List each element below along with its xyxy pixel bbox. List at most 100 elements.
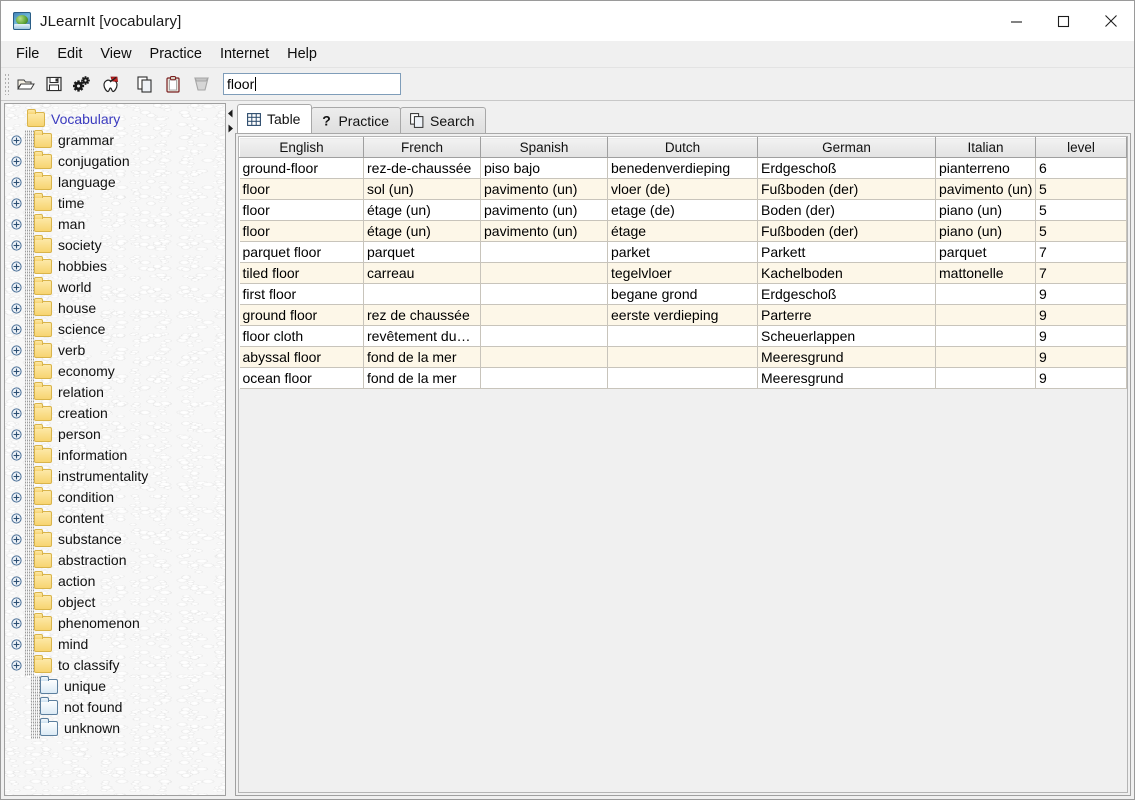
table-row[interactable]: ocean floor fond de la mer Meeresgrund 9 xyxy=(239,367,1127,389)
table-cell-italian[interactable] xyxy=(935,367,1036,389)
tab-table[interactable]: Table xyxy=(237,104,313,133)
expand-handle-icon[interactable] xyxy=(9,259,24,274)
panel-splitter[interactable] xyxy=(226,103,235,796)
column-header-spanish[interactable]: Spanish xyxy=(480,137,608,158)
collapse-left-arrow-icon[interactable] xyxy=(227,109,234,118)
table-cell-german[interactable]: Parterre xyxy=(757,304,936,326)
menu-internet[interactable]: Internet xyxy=(211,43,278,65)
table-cell-english[interactable]: floor xyxy=(239,199,364,221)
column-header-level[interactable]: level xyxy=(1035,137,1127,158)
table-row[interactable]: floor étage (un) pavimento (un) etage (de) B… xyxy=(239,199,1127,221)
table-cell-spanish[interactable] xyxy=(480,325,608,347)
tree-item-information[interactable]: information xyxy=(5,445,225,466)
expand-handle-icon[interactable] xyxy=(9,385,24,400)
column-header-dutch[interactable]: Dutch xyxy=(607,137,758,158)
table-row[interactable]: first floor begane grond Erdgeschoß 9 xyxy=(239,283,1127,305)
minimize-icon[interactable] xyxy=(993,1,1040,41)
expand-handle-icon[interactable] xyxy=(9,238,24,253)
column-header-italian[interactable]: Italian xyxy=(935,137,1036,158)
tree-item-phenomenon[interactable]: phenomenon xyxy=(5,613,225,634)
table-cell-french[interactable]: rez-de-chaussée xyxy=(363,157,481,179)
table-cell-dutch[interactable]: parket xyxy=(607,241,758,263)
expand-handle-icon[interactable] xyxy=(9,427,24,442)
table-row[interactable]: floor étage (un) pavimento (un) étage Fußbod… xyxy=(239,220,1127,242)
table-row[interactable]: ground-floor rez-de-chaussée piso bajo bene… xyxy=(239,157,1127,179)
table-row[interactable]: floor sol (un) pavimento (un) vloer (de) Fuß… xyxy=(239,178,1127,200)
table-cell-spanish[interactable] xyxy=(480,283,608,305)
table-cell-italian[interactable] xyxy=(935,346,1036,368)
expand-handle-icon[interactable] xyxy=(9,616,24,631)
table-cell-german[interactable]: Meeresgrund xyxy=(757,367,936,389)
table-cell-english[interactable]: ground-floor xyxy=(239,157,364,179)
tree-item-instrumentality[interactable]: instrumentality xyxy=(5,466,225,487)
table-cell-french[interactable]: fond de la mer xyxy=(363,346,481,368)
tree-item-condition[interactable]: condition xyxy=(5,487,225,508)
table-cell-dutch[interactable]: vloer (de) xyxy=(607,178,758,200)
table-cell-dutch[interactable]: begane grond xyxy=(607,283,758,305)
table-cell-english[interactable]: floor xyxy=(239,178,364,200)
table-cell-english[interactable]: floor xyxy=(239,220,364,242)
extract-icon[interactable] xyxy=(96,71,124,97)
table-row[interactable]: parquet floor parquet parket Parkett parquet… xyxy=(239,241,1127,263)
table-cell-german[interactable]: Parkett xyxy=(757,241,936,263)
table-cell-italian[interactable]: piano (un) xyxy=(935,199,1036,221)
table-cell-german[interactable]: Scheuerlappen xyxy=(757,325,936,347)
expand-handle-icon[interactable] xyxy=(9,196,24,211)
expand-handle-icon[interactable] xyxy=(9,217,24,232)
tree-item-action[interactable]: action xyxy=(5,571,225,592)
table-cell-dutch[interactable] xyxy=(607,346,758,368)
tree-item-unknown[interactable]: unknown xyxy=(5,718,225,739)
table-cell-spanish[interactable]: pavimento (un) xyxy=(480,220,608,242)
table-cell-english[interactable]: tiled floor xyxy=(239,262,364,284)
menu-practice[interactable]: Practice xyxy=(141,43,211,65)
table-cell-dutch[interactable]: etage (de) xyxy=(607,199,758,221)
table-cell-english[interactable]: abyssal floor xyxy=(239,346,364,368)
menu-help[interactable]: Help xyxy=(278,43,326,65)
table-cell-italian[interactable] xyxy=(935,304,1036,326)
tree-item-to-classify[interactable]: to classify xyxy=(5,655,225,676)
expand-handle-icon[interactable] xyxy=(9,364,24,379)
search-input[interactable]: floor xyxy=(223,73,401,95)
tree-item-substance[interactable]: substance xyxy=(5,529,225,550)
tree-item-world[interactable]: world xyxy=(5,277,225,298)
delete-icon[interactable] xyxy=(187,71,215,97)
table-cell-french[interactable]: étage (un) xyxy=(363,199,481,221)
table-row[interactable]: tiled floor carreau tegelvloer Kachelboden m… xyxy=(239,262,1127,284)
table-cell-dutch[interactable]: étage xyxy=(607,220,758,242)
tree-item-mind[interactable]: mind xyxy=(5,634,225,655)
tree-item-unique[interactable]: unique xyxy=(5,676,225,697)
table-cell-dutch[interactable]: eerste verdieping xyxy=(607,304,758,326)
maximize-icon[interactable] xyxy=(1040,1,1087,41)
expand-handle-icon[interactable] xyxy=(9,595,24,610)
table-cell-dutch[interactable] xyxy=(607,367,758,389)
table-cell-german[interactable]: Fußboden (der) xyxy=(757,220,936,242)
table-cell-german[interactable]: Fußboden (der) xyxy=(757,178,936,200)
table-cell-french[interactable]: sol (un) xyxy=(363,178,481,200)
tree-item-grammar[interactable]: grammar xyxy=(5,130,225,151)
table-cell-english[interactable]: ocean floor xyxy=(239,367,364,389)
table-cell-french[interactable]: parquet xyxy=(363,241,481,263)
table-cell-level[interactable]: 5 xyxy=(1035,220,1127,242)
menu-edit[interactable]: Edit xyxy=(48,43,91,65)
table-cell-level[interactable]: 7 xyxy=(1035,262,1127,284)
table-cell-italian[interactable]: mattonelle xyxy=(935,262,1036,284)
table-cell-french[interactable]: carreau xyxy=(363,262,481,284)
expand-handle-icon[interactable] xyxy=(9,469,24,484)
tree-item-abstraction[interactable]: abstraction xyxy=(5,550,225,571)
tree-item-house[interactable]: house xyxy=(5,298,225,319)
settings-icon[interactable] xyxy=(68,71,96,97)
column-header-german[interactable]: German xyxy=(757,137,936,158)
table-cell-level[interactable]: 9 xyxy=(1035,346,1127,368)
table-cell-spanish[interactable] xyxy=(480,304,608,326)
expand-handle-icon[interactable] xyxy=(9,553,24,568)
table-row[interactable]: abyssal floor fond de la mer Meeresgrund 9 xyxy=(239,346,1127,368)
tree-item-economy[interactable]: economy xyxy=(5,361,225,382)
paste-icon[interactable] xyxy=(159,71,187,97)
tree-item-relation[interactable]: relation xyxy=(5,382,225,403)
table-cell-french[interactable]: étage (un) xyxy=(363,220,481,242)
table-cell-french[interactable]: revêtement du… xyxy=(363,325,481,347)
table-cell-german[interactable]: Erdgeschoß xyxy=(757,283,936,305)
column-header-french[interactable]: French xyxy=(363,137,481,158)
tree-item-conjugation[interactable]: conjugation xyxy=(5,151,225,172)
table-cell-level[interactable]: 5 xyxy=(1035,199,1127,221)
